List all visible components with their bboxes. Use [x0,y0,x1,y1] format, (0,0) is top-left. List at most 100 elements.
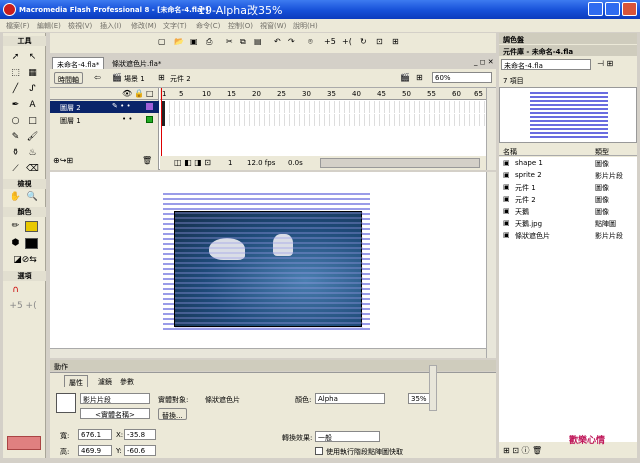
library-panel-header[interactable]: 元件庫 - 未命名-4.fla [499,45,637,56]
menu-modify[interactable]: 修改(M) [131,21,157,31]
cache-checkbox[interactable] [315,447,323,455]
delete-layer-icon[interactable]: 🗑 [142,156,152,166]
subselection-tool-icon[interactable]: ↖ [25,50,40,64]
line-tool-icon[interactable]: ╱ [8,82,23,96]
frames-area[interactable]: 1 5 10 15 20 25 30 35 40 45 50 55 60 65 … [160,88,486,170]
pin-icon[interactable]: ⊣ ⊞ [597,59,613,69]
blend-select[interactable]: 一般 [315,431,380,442]
alpha-slider[interactable] [429,365,437,411]
library-footer-icon[interactable]: ⊞ ⊡ ⓘ 🗑 [503,446,542,456]
ink-bottle-icon[interactable]: ⚱ [8,146,23,160]
redo-icon[interactable]: ↷ [288,37,295,47]
list-item[interactable]: ▣ shape 1 圖像 [499,157,637,169]
smooth-icon[interactable]: +5 [324,37,336,47]
snap-option-icon[interactable]: ∩ [8,283,23,297]
lock-icon[interactable]: 🔒 [134,89,144,99]
text-tool-icon[interactable]: A [25,98,40,112]
timeline-hscroll[interactable] [320,158,480,168]
menu-window[interactable]: 視窗(W) [260,21,286,31]
symbol-label[interactable]: 元件 2 [170,74,191,84]
type-column[interactable]: 類型 [595,147,609,157]
new-file-icon[interactable]: ▢ [158,37,166,47]
stage[interactable] [50,172,496,358]
fill-color-swatch[interactable] [25,238,38,249]
tab-properties[interactable]: 屬性 [64,375,88,387]
tab-document-1[interactable]: 未命名-4.fla* [52,57,105,69]
outline-icon[interactable]: □ [146,89,154,99]
list-item[interactable]: ▣ 元件 1 圖像 [499,181,637,193]
instance-name-input[interactable]: <實體名稱> [80,408,150,419]
cut-icon[interactable]: ✂ [226,37,233,47]
x-input[interactable]: -35.8 [124,429,156,440]
straighten-icon[interactable]: +( [342,37,352,47]
eraser-icon[interactable]: ⌫ [25,162,40,176]
symbol-type-select[interactable]: 影片片段 [80,393,150,404]
stroke-color-icon[interactable]: ✏ [8,219,23,233]
width-input[interactable]: 676.1 [78,429,112,440]
y-input[interactable]: -60.6 [124,445,156,456]
list-item[interactable]: ▣ 元件 2 圖像 [499,193,637,205]
eyedropper-icon[interactable]: ⟋ [8,162,23,176]
timeline-vscroll[interactable] [486,88,496,170]
swap-button[interactable]: 替換... [158,408,187,420]
list-item[interactable]: ▣ sprite 2 影片片段 [499,169,637,181]
maximize-button[interactable] [605,2,620,16]
list-item[interactable]: ▣ 天鵝 圖像 [499,205,637,217]
back-arrow-icon[interactable]: ⇦ [94,73,101,83]
zoom-select[interactable]: 60% [432,72,492,83]
layer-row[interactable]: 圖層 1 • • [50,114,159,126]
oval-tool-icon[interactable]: ○ [8,114,23,128]
fill-color-icon[interactable]: ⬢ [8,236,23,250]
align-icon[interactable]: ⊞ [392,37,399,47]
stage-hscroll[interactable] [50,348,486,358]
copy-icon[interactable]: ⧉ [240,37,246,47]
scale-icon[interactable]: ⊡ [376,37,383,47]
name-column[interactable]: 名稱 [503,147,517,157]
stage-vscroll[interactable] [486,172,496,358]
tab-filters[interactable]: 濾鏡 [94,375,116,387]
minimize-button[interactable] [588,2,603,16]
selection-tool-icon[interactable]: ➚ [8,50,23,64]
menu-control[interactable]: 控制(O) [228,21,253,31]
height-input[interactable]: 469.9 [78,445,112,456]
rotate-icon[interactable]: ↻ [360,37,367,47]
save-icon[interactable]: ▣ [190,37,198,47]
rectangle-tool-icon[interactable]: □ [25,114,40,128]
add-layer-icon[interactable]: ⊕↪⊞ [53,156,73,166]
swap-colors-icon[interactable]: ◪⊘⇆ [7,253,43,267]
pencil-tool-icon[interactable]: ✎ [8,130,23,144]
free-transform-icon[interactable]: ⬚ [8,66,23,80]
scene-label[interactable]: 場景 1 [124,74,145,84]
lasso-tool-icon[interactable]: ᔑ [25,82,40,96]
onion-skin-icon[interactable]: ◫ ◧ ◨ ⊡ [174,158,211,168]
brush-tool-icon[interactable]: 🖌 [25,130,40,144]
tab-parameters[interactable]: 參數 [116,375,138,387]
menu-view[interactable]: 檢視(V) [68,21,92,31]
stroke-color-swatch[interactable] [25,221,38,232]
menu-text[interactable]: 文字(T) [163,21,187,31]
open-folder-icon[interactable]: 📂 [174,37,184,47]
tool-bottom-buttons[interactable] [7,436,41,450]
hand-tool-icon[interactable]: ✋ [8,190,23,204]
color-effect-select[interactable]: Alpha [315,393,385,404]
undo-icon[interactable]: ↶ [274,37,281,47]
menu-help[interactable]: 說明(H) [293,21,318,31]
menu-insert[interactable]: 插入(I) [100,21,122,31]
print-icon[interactable]: ⎙ [206,37,212,47]
snap-icon[interactable]: ⌾ [308,37,313,47]
fill-transform-icon[interactable]: ▦ [25,66,40,80]
list-item[interactable]: ▣ 天鵝.jpg 點陣圖 [499,217,637,229]
doc-minimize-icon[interactable]: _ ◻ ✕ [474,58,494,66]
pen-tool-icon[interactable]: ✒ [8,98,23,112]
color-panel-header[interactable]: 調色盤 [499,33,637,44]
tab-document-2[interactable]: 條狀遮色片.fla* [108,57,165,69]
paint-bucket-icon[interactable]: ♨ [25,146,40,160]
menu-commands[interactable]: 命令(C) [196,21,220,31]
close-button[interactable] [622,2,637,16]
timeline-toggle-button[interactable]: 時間軸 [54,72,83,84]
library-select[interactable]: 未命名-4.fla [501,59,591,70]
edit-scene-icon[interactable]: 🎬 [400,73,410,83]
eye-icon[interactable]: 👁 [122,89,132,99]
edit-symbol-icon[interactable]: ⊞ [416,73,423,83]
menu-file[interactable]: 檔案(F) [6,21,30,31]
